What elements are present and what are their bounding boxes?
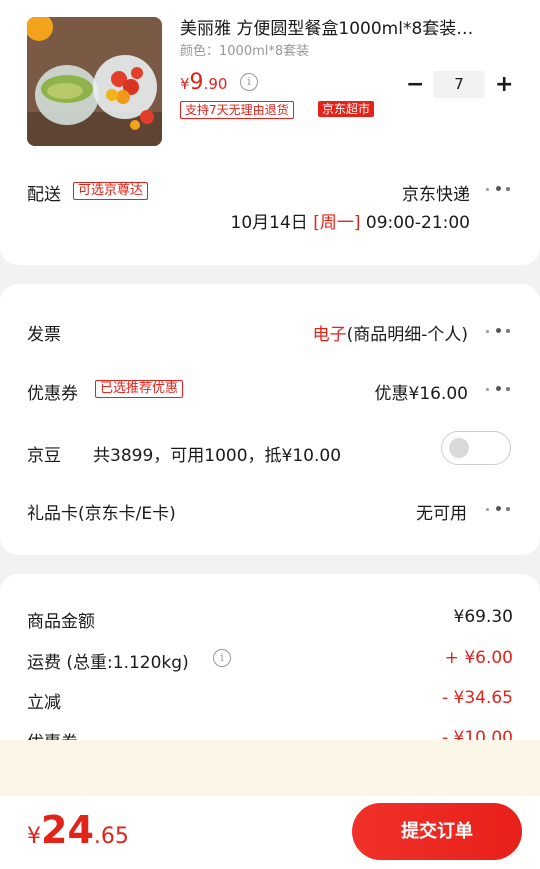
giftcard-value[interactable]: 无可用 xyxy=(416,499,467,524)
product-spec[interactable]: 颜色：1000ml*8套装 xyxy=(180,40,309,59)
freight-value: + ¥6.00 xyxy=(444,648,513,668)
beans-label: 京豆 xyxy=(27,446,61,466)
total-price: ¥24.65 xyxy=(27,808,129,852)
delivery-label: 配送 xyxy=(27,185,61,205)
coupon-value[interactable]: 优惠¥16.00 xyxy=(375,379,468,404)
return-policy-tag: 支持7天无理由退货 xyxy=(180,101,294,119)
delivery-time[interactable]: 10月14日 [周一] 09:00-21:00 xyxy=(231,208,470,233)
delivery-weekday: [周一] xyxy=(313,213,361,233)
invoice-type: 电子 xyxy=(312,325,347,345)
quantity-input[interactable]: 7 xyxy=(433,71,485,98)
invoice-more-icon[interactable] xyxy=(484,326,512,336)
options-card: 发票 电子(商品明细-个人) 优惠券 已选推荐优惠 优惠¥16.00 京豆 共3… xyxy=(0,284,540,555)
goods-amount-label: 商品金额 xyxy=(27,612,95,632)
beans-toggle[interactable] xyxy=(441,431,511,465)
invoice-label: 发票 xyxy=(27,325,61,345)
freight-label: 运费 (总重:1.120kg) xyxy=(27,653,189,673)
submit-order-button[interactable]: 提交订单 xyxy=(352,803,522,860)
toggle-knob xyxy=(449,438,469,458)
giftcard-more-icon[interactable] xyxy=(484,504,512,514)
invoice-detail: (商品明细-个人) xyxy=(346,325,468,345)
price-int: 9 xyxy=(189,70,204,95)
price-dec: .90 xyxy=(203,75,228,93)
beans-description: 共3899，可用1000，抵¥10.00 xyxy=(93,446,342,466)
decrease-quantity-button[interactable]: − xyxy=(406,74,424,96)
product-card: 美丽雅 方便圆型餐盒1000ml*8套装… 颜色：1000ml*8套装 ¥9.9… xyxy=(0,0,540,265)
delivery-date: 10月14日 xyxy=(230,213,308,233)
total-currency: ¥ xyxy=(27,824,41,849)
coupon-recommended-tag: 已选推荐优惠 xyxy=(95,380,184,398)
jd-supermarket-tag: 京东超市 xyxy=(318,101,375,117)
freight-info-icon[interactable]: i xyxy=(213,649,231,667)
product-price: ¥9.90 xyxy=(180,70,227,95)
delivery-time-range: 09:00-21:00 xyxy=(365,213,470,233)
coupon-label: 优惠券 xyxy=(27,384,78,404)
giftcard-label: 礼品卡(京东卡/E卡) xyxy=(27,504,176,524)
delivery-option-tag[interactable]: 可选京尊达 xyxy=(73,182,149,200)
price-info-icon[interactable]: i xyxy=(240,73,258,91)
increase-quantity-button[interactable]: + xyxy=(495,74,513,96)
delivery-method[interactable]: 京东快递 xyxy=(402,180,470,205)
coupon-more-icon[interactable] xyxy=(484,384,512,394)
goods-amount-value: ¥69.30 xyxy=(453,607,513,627)
price-symbol: ¥ xyxy=(180,75,190,93)
discount-label: 立减 xyxy=(27,693,61,713)
notice-overlay xyxy=(0,740,540,796)
product-title[interactable]: 美丽雅 方便圆型餐盒1000ml*8套装… xyxy=(180,14,510,39)
product-image[interactable] xyxy=(27,17,162,146)
invoice-value[interactable]: 电子(商品明细-个人) xyxy=(313,320,468,345)
discount-value: - ¥34.65 xyxy=(441,688,513,708)
total-dec: .65 xyxy=(93,824,129,849)
total-int: 24 xyxy=(41,808,94,852)
delivery-more-icon[interactable] xyxy=(484,184,512,194)
